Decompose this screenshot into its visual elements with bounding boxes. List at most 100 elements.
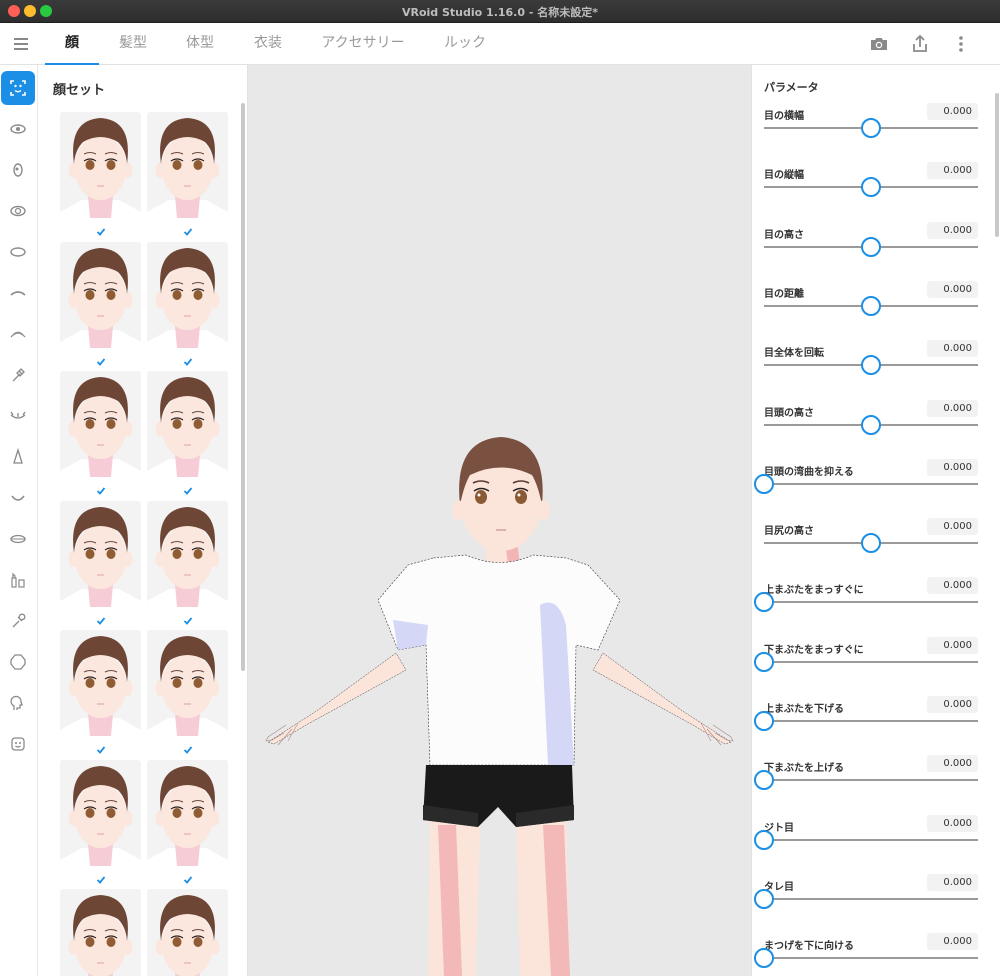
tab-accessory[interactable]: アクセサリー (315, 23, 411, 65)
parameter-slider-knob[interactable] (861, 118, 881, 138)
parameter-row: 下まぶたを上げる 0.000 (752, 755, 1000, 818)
parameter-value-input[interactable]: 0.000 (927, 340, 978, 358)
rail-eyebrow[interactable] (1, 276, 35, 310)
rail-tongue[interactable] (1, 604, 35, 638)
brush-icon (12, 368, 25, 382)
parameter-value-input[interactable]: 0.000 (927, 103, 978, 120)
parameter-slider-knob[interactable] (861, 414, 881, 435)
parameter-value-input[interactable]: 0.000 (927, 636, 978, 654)
avatar-model (265, 437, 734, 976)
face-preset-thumbnail[interactable] (60, 630, 141, 736)
parameter-value-input[interactable]: 0.000 (927, 162, 978, 180)
face-preset-thumbnail[interactable] (60, 112, 141, 218)
parameter-label: 目の横幅 (764, 111, 804, 122)
parameter-value-input[interactable]: 0.000 (927, 755, 978, 773)
rail-eye[interactable] (1, 112, 35, 146)
parameter-row: 目の高さ 0.000 (752, 221, 1000, 285)
rail-eye-white[interactable] (1, 235, 35, 269)
rail-ear[interactable] (1, 686, 35, 720)
tab-face[interactable]: 顔 (45, 23, 99, 66)
parameter-value-input[interactable]: 0.000 (927, 518, 978, 536)
face-preset-thumbnail[interactable] (147, 759, 228, 866)
check-icon (96, 487, 106, 495)
parameter-slider-track[interactable] (764, 897, 978, 900)
parameter-slider-knob[interactable] (861, 236, 881, 257)
face-preset-thumbnail[interactable] (147, 500, 228, 607)
parameter-slider-knob[interactable] (754, 473, 774, 494)
rail-mouth[interactable] (1, 481, 35, 515)
camera-icon[interactable] (868, 33, 890, 55)
parameter-row: 上まぶたを下げる 0.000 (752, 696, 1000, 759)
menu-icon-line (14, 43, 28, 45)
face-preset-thumbnail[interactable] (147, 889, 228, 976)
eye-highlight-icon (10, 205, 26, 217)
face-preset-thumbnail[interactable] (147, 371, 228, 477)
tab-look[interactable]: ルック (435, 23, 495, 65)
face-preset-thumbnail[interactable] (147, 241, 228, 348)
face-preset-thumbnail[interactable] (60, 371, 141, 477)
parameter-value-input[interactable]: 0.000 (927, 458, 978, 476)
parameter-label: 上まぶたをまっすぐに (764, 585, 864, 597)
parameter-row: ジト目 0.000 (752, 814, 1000, 878)
parameter-value-input[interactable]: 0.000 (927, 873, 978, 891)
rail-eyeline[interactable] (1, 358, 35, 392)
rail-teeth[interactable] (1, 522, 35, 556)
parameter-slider-track[interactable] (764, 779, 978, 782)
parameter-value-input[interactable]: 0.000 (927, 933, 978, 951)
3d-viewport[interactable] (248, 65, 751, 976)
face-preset-thumbnail[interactable] (60, 500, 141, 607)
parameter-slider-track[interactable] (764, 601, 978, 604)
parameter-scrollbar[interactable] (995, 93, 999, 237)
parameter-value-input[interactable]: 0.000 (927, 814, 978, 832)
face-preset-thumbnail[interactable] (60, 241, 141, 348)
parameter-label: 目全体を回転 (764, 348, 824, 360)
parameter-slider-track[interactable] (764, 720, 978, 722)
parameter-slider-knob[interactable] (754, 711, 774, 731)
parameter-slider-knob[interactable] (754, 829, 774, 850)
parameter-slider-knob[interactable] (754, 651, 774, 672)
parameter-slider-track[interactable] (764, 660, 978, 663)
rail-outline[interactable] (1, 645, 35, 679)
parameter-slider-knob[interactable] (754, 948, 774, 969)
rail-eye-shadow[interactable] (1, 399, 35, 433)
eyelid-icon (10, 411, 26, 419)
parameter-slider-knob[interactable] (754, 770, 774, 791)
parameter-value-input[interactable]: 0.000 (927, 577, 978, 595)
face-preset-thumbnail[interactable] (60, 889, 141, 976)
rail-eyelash[interactable] (1, 317, 35, 351)
face-icon (11, 737, 25, 751)
rail-cheek[interactable] (1, 563, 35, 597)
rail-eye-highlight[interactable] (1, 194, 35, 228)
parameter-slider-track[interactable] (764, 482, 978, 485)
parameter-slider-track[interactable] (764, 838, 978, 841)
face-preset-thumbnail[interactable] (60, 759, 141, 866)
parameter-value-input[interactable]: 0.000 (927, 696, 978, 713)
tab-hairstyle[interactable]: 髪型 (108, 23, 158, 65)
tab-outfit[interactable]: 衣装 (243, 23, 293, 65)
check-icon (96, 875, 106, 884)
face-preset-thumbnail[interactable] (147, 630, 228, 736)
parameter-slider-knob[interactable] (861, 295, 881, 316)
presets-scrollbar[interactable] (241, 103, 245, 671)
parameter-slider-knob[interactable] (861, 177, 881, 198)
parameter-slider-knob[interactable] (861, 355, 881, 376)
parameter-slider-knob[interactable] (754, 592, 774, 613)
parameter-slider-knob[interactable] (754, 888, 774, 909)
rail-iris[interactable] (1, 153, 35, 187)
parameter-value-input[interactable]: 0.000 (927, 280, 978, 298)
parameter-slider-knob[interactable] (861, 533, 881, 554)
share-icon[interactable] (909, 33, 931, 55)
face-preview-image (60, 636, 141, 736)
face-preset-thumbnail[interactable] (147, 112, 228, 218)
parameter-value-input[interactable]: 0.000 (927, 399, 978, 417)
rail-nose[interactable] (1, 440, 35, 474)
nose-icon (13, 448, 23, 464)
menu-button[interactable] (8, 32, 34, 56)
parameter-slider-track[interactable] (764, 957, 978, 960)
check-icon (96, 357, 106, 366)
rail-face-other[interactable] (1, 727, 35, 761)
more-icon[interactable] (950, 33, 972, 55)
rail-face-set[interactable] (1, 71, 35, 105)
tab-body[interactable]: 体型 (175, 23, 225, 65)
parameter-value-input[interactable]: 0.000 (927, 221, 978, 239)
